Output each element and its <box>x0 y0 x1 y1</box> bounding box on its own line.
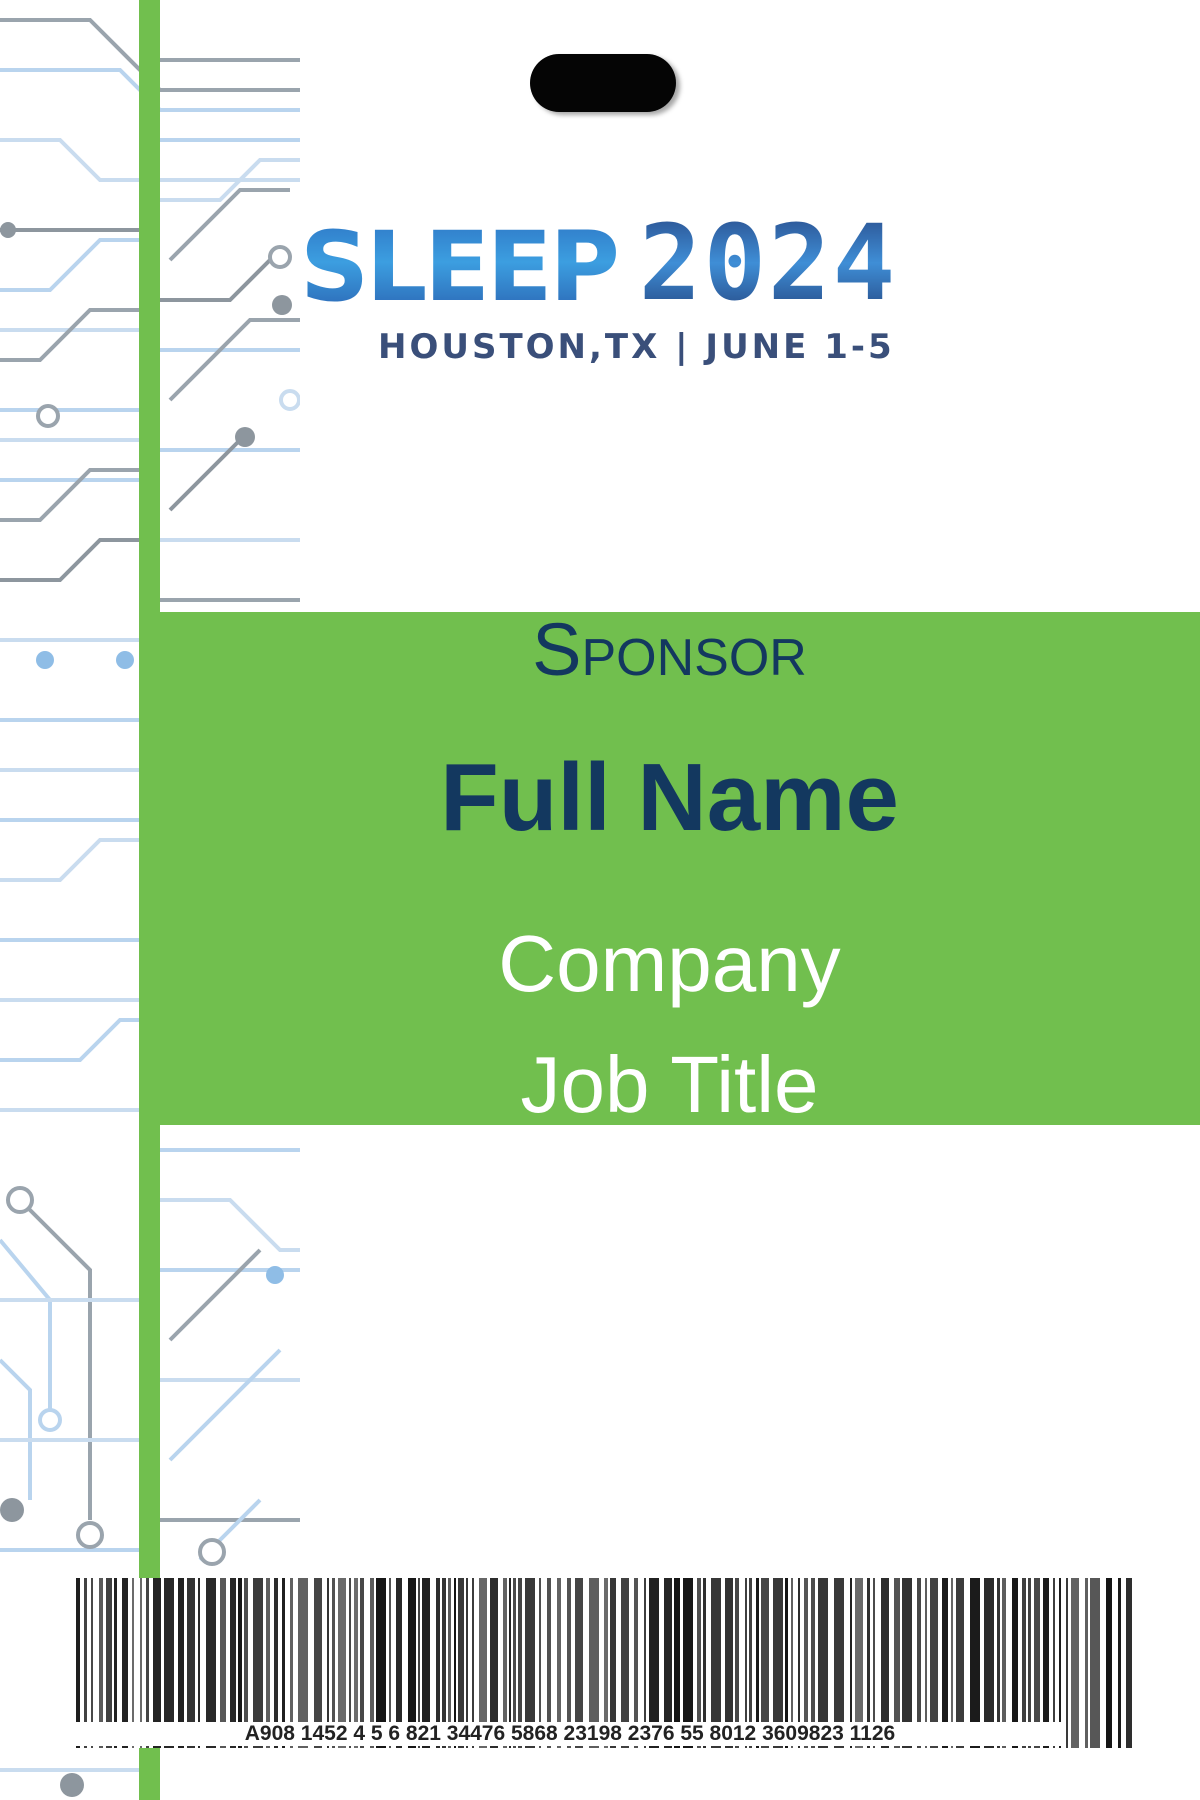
barcode-bar <box>1085 1578 1088 1748</box>
attendee-role: Sponsor <box>532 608 807 691</box>
barcode-number: A908 1452 4 5 6 821 34476 5868 23198 237… <box>75 1722 1065 1746</box>
barcode-bar <box>1090 1578 1100 1748</box>
barcode-bar <box>1126 1578 1132 1748</box>
lanyard-slot <box>530 54 676 112</box>
logo-word: SLEEP <box>300 211 620 323</box>
barcode-bar <box>1118 1578 1121 1748</box>
barcode-bar <box>1066 1578 1068 1748</box>
conference-badge: SLEEP 2024 HOUSTON,TX | JUNE 1-5 Sponsor… <box>0 0 1200 1800</box>
attendee-company: Company <box>498 919 841 1008</box>
attendee-job-title: Job Title <box>520 1040 819 1129</box>
barcode-bar <box>1071 1578 1079 1748</box>
logo-subtitle: HOUSTON,TX | JUNE 1-5 <box>378 327 895 367</box>
event-logo: SLEEP 2024 HOUSTON,TX | JUNE 1-5 <box>300 205 1040 375</box>
logo-title: SLEEP 2024 <box>300 205 1040 315</box>
attendee-full-name: Full Name <box>440 744 899 851</box>
barcode-bar <box>1106 1578 1112 1748</box>
logo-year: 2024 <box>638 202 898 324</box>
